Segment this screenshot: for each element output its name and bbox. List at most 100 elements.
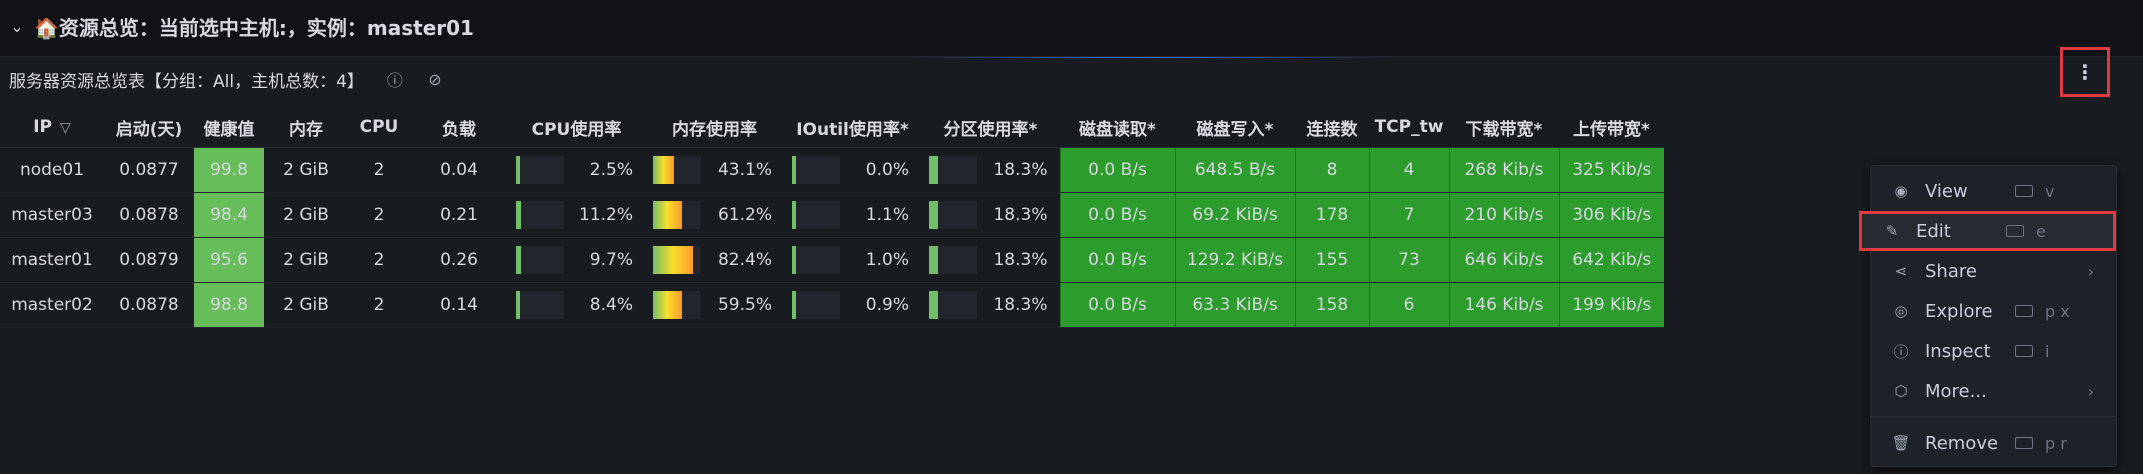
ioutil-usage-fill — [792, 291, 796, 319]
connections-cell: 155 — [1294, 237, 1369, 283]
cpu-link[interactable]: 2 — [348, 282, 410, 328]
mem-usage-bar — [653, 156, 701, 184]
mem-usage-cell: 59.5% — [645, 282, 784, 328]
upload-bandwidth-cell: 306 Kib/s — [1558, 192, 1664, 238]
shortcut-hint: p x — [2015, 302, 2070, 321]
col-header[interactable]: 磁盘写入* — [1175, 107, 1295, 148]
chevron-down-icon[interactable]: ⌄ — [8, 17, 26, 36]
cpu-usage-cell: 11.2% — [508, 192, 645, 238]
partition-usage-cell: 18.3% — [921, 192, 1060, 238]
health-cell: 99.8 — [194, 147, 264, 193]
shortcut-hint: i — [2015, 342, 2049, 361]
upload-bandwidth-cell: 199 Kib/s — [1558, 282, 1664, 328]
mem-usage-cell: 43.1% — [645, 147, 784, 193]
chevron-right-icon: › — [2087, 381, 2094, 401]
info-icon[interactable]: ⓘ — [386, 67, 404, 91]
partition-usage-bar — [929, 246, 977, 274]
mem-usage-value: 59.5% — [717, 295, 772, 315]
edit-icon: ✎ — [1885, 222, 1899, 240]
uptime-cell: 0.0877 — [104, 147, 194, 193]
tcp-tw-cell: 73 — [1368, 237, 1449, 283]
mem-usage-fill — [653, 291, 682, 319]
ioutil-usage-bar — [792, 291, 840, 319]
download-bandwidth-cell: 268 Kib/s — [1448, 147, 1559, 193]
resource-table: IP ▽ 启动(天) 健康值 内存 CPU 负载 CPU使用率 内存使用率 IOu… — [0, 107, 1664, 328]
ioutil-usage-bar — [792, 246, 840, 274]
load-cell: 0.14 — [410, 282, 508, 328]
col-header[interactable]: 磁盘读取* — [1060, 107, 1175, 148]
menu-item-remove[interactable]: 🗑 Remove p r — [1871, 423, 2116, 463]
col-header[interactable]: 负载 — [410, 107, 508, 148]
mem-usage-fill — [653, 246, 693, 274]
panel-header: 服务器资源总览表【分组：All，主机总数：4】 ⓘ ⊘ — [0, 57, 2143, 101]
time-override-icon[interactable]: ⊘ — [426, 70, 444, 89]
col-header[interactable]: CPU — [348, 107, 410, 148]
cpu-usage-value: 2.5% — [589, 160, 633, 180]
panel: 服务器资源总览表【分组：All，主机总数：4】 ⓘ ⊘ ⋮ IP ▽ 启动(天) … — [0, 47, 2143, 474]
partition-usage-cell: 18.3% — [921, 237, 1060, 283]
col-header[interactable]: TCP_tw — [1369, 107, 1449, 148]
ioutil-usage-cell: 0.0% — [784, 147, 921, 193]
panel-title: 服务器资源总览表【分组：All，主机总数：4】 — [9, 71, 364, 92]
cpu-link[interactable]: 2 — [348, 237, 410, 283]
panel-menu-button[interactable]: ⋮ — [2060, 47, 2110, 97]
ioutil-usage-cell: 1.1% — [784, 192, 921, 238]
cpu-link[interactable]: 2 — [348, 192, 410, 238]
menu-item-share[interactable]: ⋖ Share › — [1871, 251, 2116, 291]
upload-bandwidth-cell: 325 Kib/s — [1558, 147, 1664, 193]
table-row: master03 0.0878 98.4 2 GiB 2 0.21 11.2% 61.2%… — [0, 192, 1664, 238]
mem-usage-fill — [653, 156, 674, 184]
tcp-tw-cell: 7 — [1368, 192, 1449, 238]
menu-item-label: Remove — [1925, 432, 1999, 454]
col-header[interactable]: 连接数 — [1295, 107, 1369, 148]
menu-item-explore[interactable]: ◎ Explore p x — [1871, 291, 2116, 331]
download-bandwidth-cell: 646 Kib/s — [1448, 237, 1559, 283]
mem-usage-bar — [653, 201, 701, 229]
table-row: node01 0.0877 99.8 2 GiB 2 0.04 2.5% 43.1% 0.… — [0, 147, 1664, 193]
cpu-usage-fill — [516, 201, 521, 229]
menu-item-view[interactable]: ◉ View v — [1871, 171, 2116, 211]
col-header[interactable]: CPU使用率 — [508, 107, 645, 148]
keyboard-icon — [2015, 305, 2033, 317]
menu-item-inspect[interactable]: ⓘ Inspect i — [1871, 331, 2116, 371]
row-header[interactable]: ⌄ 🏠资源总览：当前选中主机:，实例：master01 — [0, 0, 2143, 52]
col-header[interactable]: 内存 — [264, 107, 348, 148]
ip-cell: master01 — [0, 237, 104, 283]
partition-usage-fill — [929, 291, 938, 319]
cpu-usage-fill — [516, 246, 521, 274]
menu-item-more[interactable]: ⬡ More... › — [1871, 371, 2116, 411]
partition-usage-cell: 18.3% — [921, 147, 1060, 193]
uptime-cell: 0.0879 — [104, 237, 194, 283]
col-header[interactable]: 上传带宽* — [1559, 107, 1664, 148]
cpu-link[interactable]: 2 — [348, 147, 410, 193]
load-cell: 0.04 — [410, 147, 508, 193]
col-header[interactable]: 下载带宽* — [1449, 107, 1559, 148]
cpu-usage-cell: 9.7% — [508, 237, 645, 283]
mem-usage-value: 43.1% — [717, 160, 772, 180]
menu-item-edit[interactable]: ✎ Edit e — [1859, 211, 2116, 251]
mem-usage-cell: 61.2% — [645, 192, 784, 238]
memory-link[interactable]: 2 GiB — [264, 282, 348, 328]
filter-icon[interactable]: ▽ — [60, 120, 71, 136]
ip-cell: node01 — [0, 147, 104, 193]
col-header[interactable]: 启动(天) — [104, 107, 194, 148]
shortcut-key: e — [2036, 221, 2046, 241]
memory-link[interactable]: 2 GiB — [264, 237, 348, 283]
col-header[interactable]: 内存使用率 — [645, 107, 784, 148]
memory-link[interactable]: 2 GiB — [264, 192, 348, 238]
keyboard-icon — [2015, 185, 2033, 197]
disk-read-cell: 0.0 B/s — [1059, 282, 1175, 328]
col-header[interactable]: 分区使用率* — [921, 107, 1060, 148]
col-header[interactable]: 健康值 — [194, 107, 264, 148]
menu-divider — [1871, 416, 2116, 417]
connections-cell: 178 — [1294, 192, 1369, 238]
memory-link[interactable]: 2 GiB — [264, 147, 348, 193]
disk-read-cell: 0.0 B/s — [1059, 147, 1175, 193]
col-header[interactable]: IP ▽ — [0, 107, 104, 148]
keyboard-icon — [2006, 225, 2024, 237]
disk-read-cell: 0.0 B/s — [1059, 237, 1175, 283]
col-header[interactable]: IOutil使用率* — [784, 107, 921, 148]
cpu-usage-cell: 8.4% — [508, 282, 645, 328]
connections-cell: 158 — [1294, 282, 1369, 328]
shortcut-key: v — [2045, 181, 2055, 201]
